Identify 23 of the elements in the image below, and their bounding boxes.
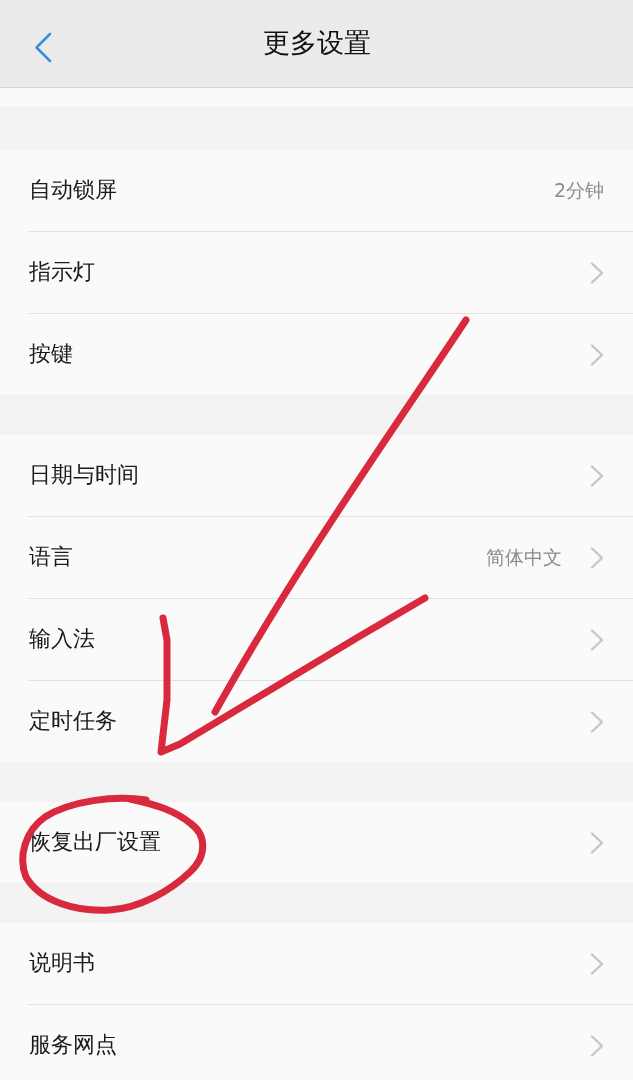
settings-row[interactable]: 日期与时间 — [0, 435, 633, 516]
setting-label: 说明书 — [29, 950, 95, 977]
setting-value: 2分钟 — [553, 179, 604, 202]
settings-row[interactable]: 输入法 — [0, 599, 633, 680]
setting-label: 按键 — [29, 341, 73, 368]
setting-value: 简体中文 — [486, 546, 562, 569]
settings-row[interactable]: 说明书 — [0, 923, 633, 1004]
back-icon — [34, 32, 52, 63]
settings-row[interactable]: 语言 简体中文 — [0, 517, 633, 598]
setting-label: 服务网点 — [29, 1032, 117, 1059]
setting-label: 指示灯 — [29, 259, 95, 286]
settings-row[interactable]: 定时任务 — [0, 681, 633, 762]
setting-label: 输入法 — [29, 626, 95, 653]
settings-row[interactable]: 指示灯 — [0, 232, 633, 313]
settings-row[interactable]: 自动锁屏 2分钟 — [0, 150, 633, 231]
setting-label: 自动锁屏 — [29, 177, 117, 204]
setting-label: 定时任务 — [29, 708, 117, 735]
back-button[interactable] — [34, 32, 52, 63]
settings-row[interactable]: 按键 — [0, 314, 633, 395]
settings-row[interactable]: 服务网点 — [0, 1005, 633, 1080]
screen-title: 更多设置 — [262, 27, 371, 60]
setting-label: 语言 — [29, 544, 73, 571]
setting-label: 日期与时间 — [29, 462, 139, 489]
